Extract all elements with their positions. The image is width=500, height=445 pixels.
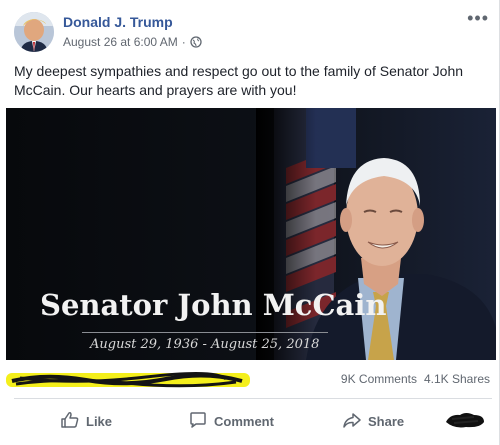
post-message: My deepest sympathies and respect go out… <box>14 63 464 98</box>
post-meta: August 26 at 6:00 AM · <box>63 35 202 49</box>
globe-icon[interactable] <box>190 36 202 48</box>
photo-title: Senator John McCain <box>40 288 387 322</box>
post-timestamp[interactable]: August 26 at 6:00 AM <box>63 35 178 49</box>
share-label: Share <box>368 413 405 429</box>
shares-count-link[interactable]: 4.1K Shares <box>424 372 490 386</box>
thumbs-up-icon <box>60 410 80 433</box>
photo-dates: August 29, 1936 - August 25, 2018 <box>90 337 320 352</box>
share-button[interactable]: Share <box>342 410 404 432</box>
author-name-link[interactable]: Donald J. Trump <box>63 14 173 30</box>
actions-divider <box>14 398 492 399</box>
engagement-counts: 9K Comments 4.1K Shares <box>341 372 490 386</box>
post-photo[interactable]: Senator John McCain August 29, 1936 - Au… <box>6 108 496 360</box>
share-arrow-icon <box>342 410 362 433</box>
photo-divider <box>82 332 328 333</box>
more-options-icon[interactable]: ••• <box>467 8 489 29</box>
like-label: Like <box>86 413 113 429</box>
like-button[interactable]: Like <box>60 410 112 432</box>
comment-bubble-icon <box>188 410 208 433</box>
post-stats: 9K Comments 4.1K Shares <box>0 362 500 394</box>
facebook-post: Donald J. Trump August 26 at 6:00 AM · •… <box>0 0 500 445</box>
redaction-scribble <box>6 371 250 388</box>
comment-label: Comment <box>214 413 274 429</box>
avatar[interactable] <box>14 12 54 52</box>
redaction-blob <box>446 413 484 428</box>
comment-button[interactable]: Comment <box>188 410 274 432</box>
post-actions-bar: Like Comment Share <box>0 402 500 438</box>
meta-separator: · <box>181 35 186 49</box>
comments-count-link[interactable]: 9K Comments <box>341 372 417 386</box>
